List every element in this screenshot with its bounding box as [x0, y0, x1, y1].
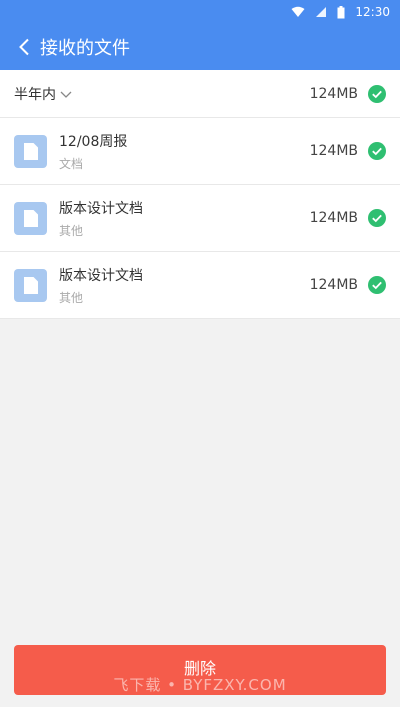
- total-size: 124MB: [309, 85, 358, 102]
- back-icon[interactable]: [12, 35, 36, 59]
- chevron-down-icon: [60, 84, 72, 103]
- file-size: 124MB: [309, 277, 358, 293]
- watermark-text: 飞下载 • BYFZXY.COM: [113, 676, 287, 694]
- status-time: 12:30: [355, 5, 390, 19]
- file-name: 12/08周报: [59, 133, 128, 150]
- document-icon: [14, 134, 47, 168]
- check-circle-icon[interactable]: [368, 142, 386, 160]
- signal-icon: [315, 6, 327, 18]
- status-bar: 12:30: [0, 0, 400, 24]
- file-size: 124MB: [309, 210, 358, 226]
- file-name: 版本设计文档: [59, 200, 143, 217]
- wifi-icon: [291, 6, 305, 18]
- select-all-check-icon[interactable]: [368, 84, 386, 103]
- app-bar: 接收的文件: [0, 24, 400, 70]
- file-name: 版本设计文档: [59, 267, 143, 284]
- file-row[interactable]: 版本设计文档 其他 124MB: [0, 252, 400, 319]
- file-type: 文档: [59, 156, 84, 171]
- filter-row: 半年内 124MB: [0, 70, 400, 118]
- file-type: 其他: [59, 290, 84, 305]
- file-row[interactable]: 版本设计文档 其他 124MB: [0, 185, 400, 252]
- document-icon: [14, 268, 47, 302]
- document-icon: [14, 201, 47, 235]
- file-row[interactable]: 12/08周报 文档 124MB: [0, 118, 400, 185]
- check-circle-icon[interactable]: [368, 276, 386, 294]
- file-size: 124MB: [309, 143, 358, 159]
- screen: 12:30 接收的文件 半年内 124MB 12/08周报 文档 124MB 版…: [0, 0, 400, 707]
- check-circle-icon[interactable]: [368, 209, 386, 227]
- file-type: 其他: [59, 223, 84, 238]
- battery-icon: [337, 5, 345, 19]
- time-filter-dropdown[interactable]: 半年内: [14, 84, 72, 104]
- time-filter-label: 半年内: [14, 86, 56, 103]
- page-title: 接收的文件: [40, 38, 130, 59]
